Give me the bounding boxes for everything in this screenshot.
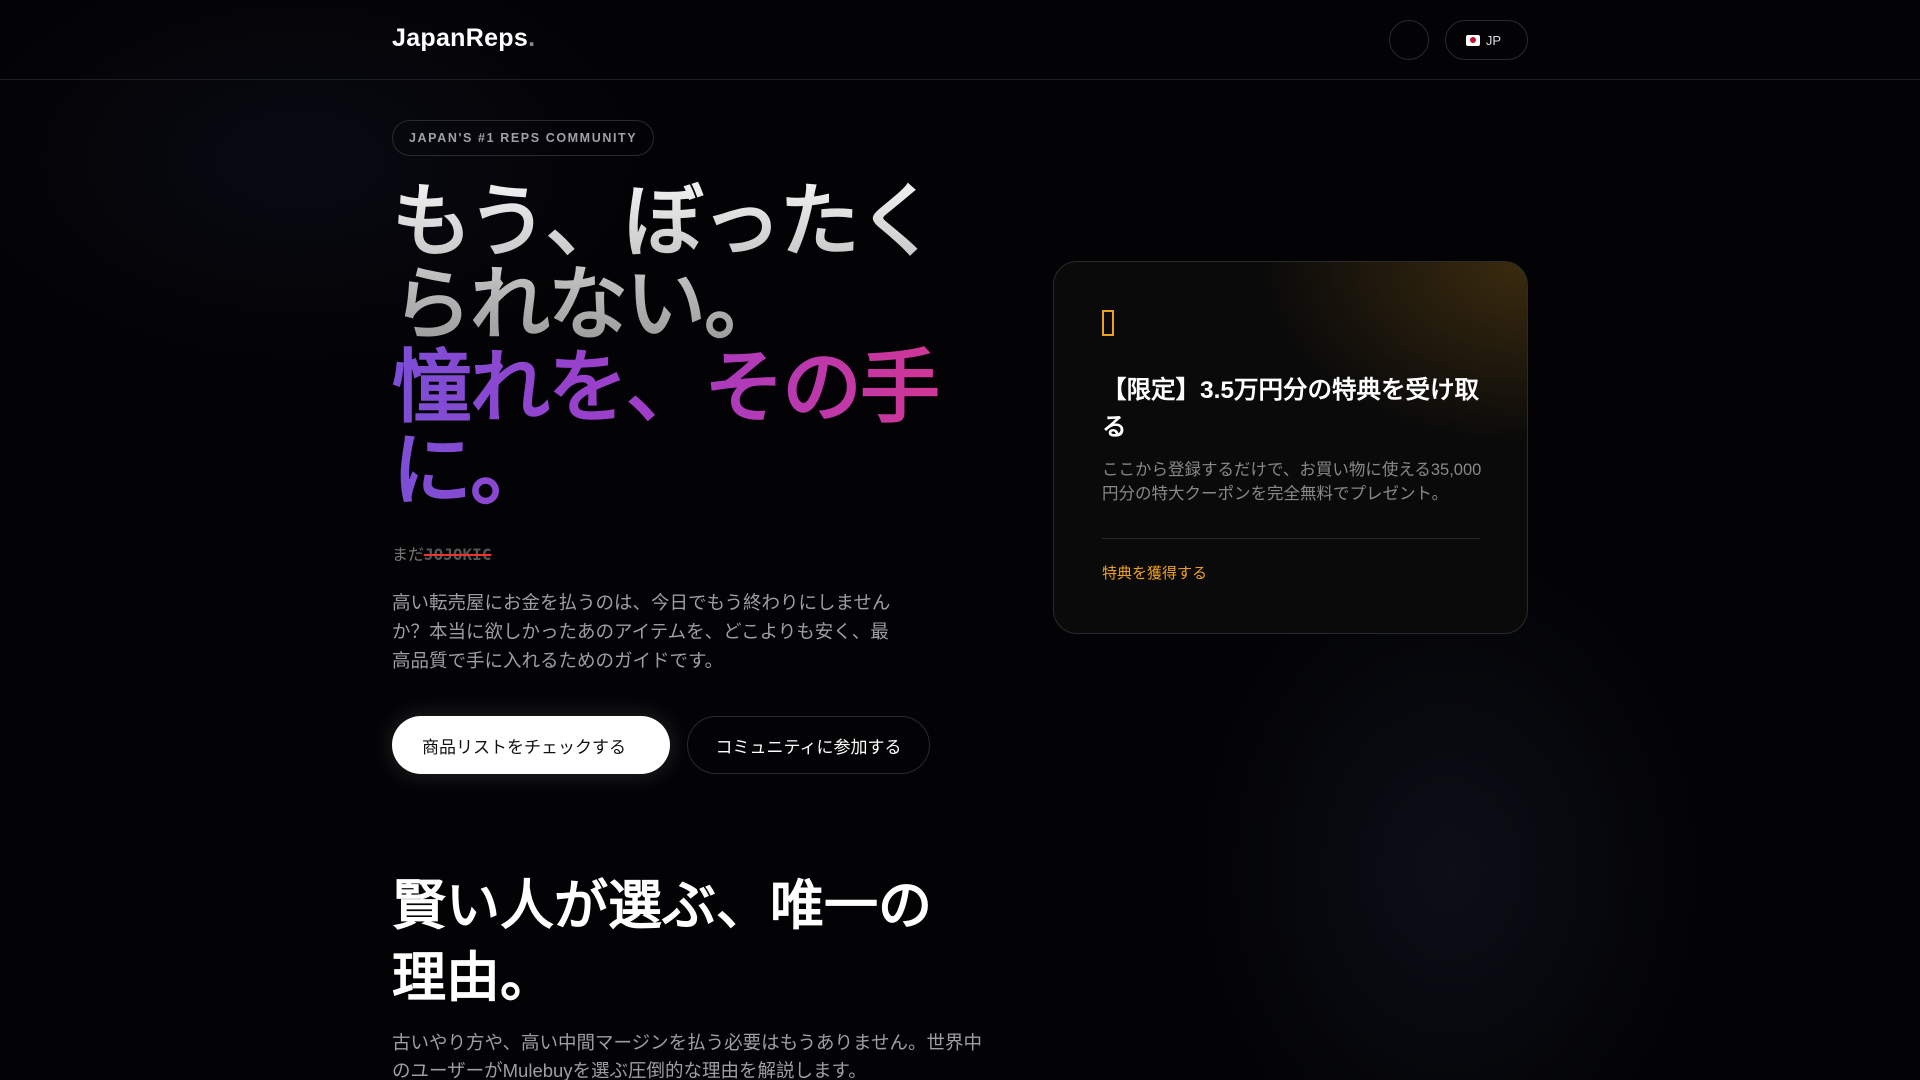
hero-badge: JAPAN'S #1 REPS COMMUNITY <box>392 120 655 156</box>
join-community-button[interactable]: コミュニティに参加する <box>687 716 930 774</box>
button-label: コミュニティに参加する <box>715 737 902 757</box>
logo[interactable]: JapanReps. <box>392 24 535 53</box>
site-header: JapanReps. JP <box>0 0 1920 80</box>
language-selector[interactable]: JP <box>1445 20 1528 60</box>
logo-text: JapanReps <box>392 24 529 52</box>
link-label: 特典を獲得する <box>1102 565 1208 582</box>
claim-bonus-link[interactable]: 特典を獲得する <box>1102 562 1480 583</box>
hero-headline: もう、ぼったくられない。 憧れを、その手に。 <box>392 180 972 512</box>
check-products-button[interactable]: 商品リストをチェックする <box>392 716 670 774</box>
japan-flag-icon <box>1465 34 1480 46</box>
struck-brand: JOJOKIC <box>424 545 492 564</box>
language-label: JP <box>1485 32 1502 48</box>
card-divider <box>1102 538 1480 539</box>
button-label: 商品リストをチェックする <box>422 737 626 757</box>
headline-line-2: 憧れを、その手に。 <box>392 346 972 512</box>
promo-card: 【限定】3.5万円分の特典を受け取る ここから登録するだけで、お買い物に使える3… <box>1053 261 1528 634</box>
still-text: まだJOJOKIC <box>392 541 491 565</box>
logo-dot: . <box>528 24 536 52</box>
headline-line-1: もう、ぼったくられない。 <box>392 180 972 346</box>
promo-description: ここから登録するだけで、お買い物に使える35,000円分の特大クーポンを完全無料… <box>1102 461 1482 503</box>
why-section-lead: 古いやり方や、高い中間マージンを払う必要はもうありません。世界中のユーザーがMu… <box>392 1032 982 1080</box>
still-prefix: まだ <box>392 547 425 564</box>
theme-toggle-button[interactable] <box>1389 20 1429 60</box>
promo-title: 【限定】3.5万円分の特典を受け取る <box>1102 377 1480 441</box>
hero-lead: 高い転売屋にお金を払うのは、今日でもう終わりにしませんか？本当に欲しかったあのア… <box>392 592 891 671</box>
why-section-title: 賢い人が選ぶ、唯一の理由。 <box>392 876 932 1008</box>
gift-icon <box>1102 310 1114 336</box>
